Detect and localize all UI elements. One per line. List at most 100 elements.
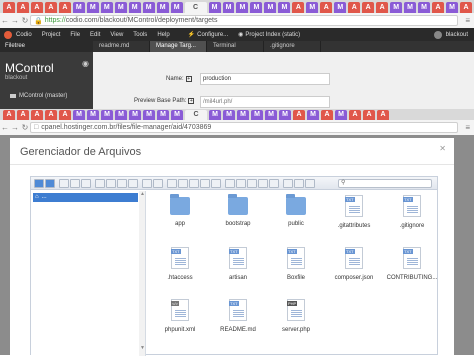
- browser-tab[interactable]: M: [418, 2, 431, 13]
- browser-tab[interactable]: M: [223, 110, 235, 120]
- view-list-button[interactable]: [294, 179, 304, 188]
- file-item[interactable]: app: [151, 194, 209, 247]
- edit-button[interactable]: [236, 179, 246, 188]
- file-item[interactable]: PHP server.php: [267, 299, 325, 351]
- file-item[interactable]: public: [267, 194, 325, 247]
- download-button[interactable]: [128, 179, 138, 188]
- tree-scrollbar[interactable]: ▲ ▼: [139, 191, 145, 356]
- open-button[interactable]: [153, 179, 163, 188]
- fm-search-field[interactable]: ⚲: [338, 179, 432, 188]
- browser-tab[interactable]: M: [114, 2, 127, 13]
- forward-icon[interactable]: →: [10, 123, 20, 132]
- browser-tab[interactable]: A: [432, 2, 445, 13]
- browser-tab[interactable]: M: [72, 2, 85, 13]
- menu-item[interactable]: Help: [157, 32, 169, 38]
- menu-item[interactable]: Tools: [133, 32, 147, 38]
- bottom-address-bar[interactable]: □ cpanel.hostinger.com.br/files/file-man…: [30, 122, 458, 133]
- browser-tab[interactable]: M: [236, 2, 249, 13]
- reload-icon[interactable]: ↻: [20, 123, 30, 132]
- browser-tab[interactable]: A: [16, 2, 29, 13]
- browser-tab[interactable]: A: [377, 110, 389, 120]
- browser-tab[interactable]: M: [128, 2, 141, 13]
- file-item[interactable]: TXT composer.json: [325, 247, 383, 299]
- browser-tab[interactable]: A: [58, 2, 71, 13]
- nav-forward-button[interactable]: [45, 179, 55, 188]
- file-item[interactable]: bootstrap: [209, 194, 267, 247]
- up-folder-button[interactable]: [59, 179, 69, 188]
- browser-tab[interactable]: M: [279, 110, 291, 120]
- cut-button[interactable]: [178, 179, 188, 188]
- menu-item[interactable]: Edit: [90, 32, 100, 38]
- forward-icon[interactable]: →: [10, 16, 20, 25]
- browser-tab[interactable]: M: [171, 110, 183, 120]
- browser-tab[interactable]: M: [307, 110, 319, 120]
- file-item[interactable]: TXT CONTRIBUTING...: [383, 247, 441, 299]
- active-browser-tab[interactable]: C: [184, 2, 207, 13]
- browser-tab[interactable]: M: [404, 2, 417, 13]
- browser-tab[interactable]: M: [335, 110, 347, 120]
- browser-tab[interactable]: A: [3, 2, 15, 13]
- browser-tab[interactable]: M: [446, 2, 458, 13]
- browser-tab[interactable]: M: [156, 2, 169, 13]
- rename-button[interactable]: [225, 179, 235, 188]
- browser-tab[interactable]: M: [209, 110, 221, 120]
- back-icon[interactable]: ←: [0, 16, 10, 25]
- browser-tab[interactable]: M: [334, 2, 347, 13]
- browser-tab[interactable]: M: [87, 110, 99, 120]
- avatar[interactable]: [433, 30, 442, 39]
- file-item[interactable]: TXT .gitattributes: [325, 195, 383, 247]
- browser-tab[interactable]: M: [142, 2, 155, 13]
- browser-tab[interactable]: A: [293, 110, 305, 120]
- configure-menu[interactable]: ⚡ Configure...: [188, 31, 229, 39]
- browser-tab[interactable]: A: [30, 2, 43, 13]
- file-item[interactable]: TXT .htaccess: [151, 247, 209, 299]
- preview-path-field[interactable]: /mil4url.ph/: [200, 96, 330, 108]
- name-field[interactable]: production: [200, 73, 330, 85]
- top-address-bar[interactable]: 🔒 https:// codio.com/blackout/MControl/d…: [30, 15, 458, 26]
- browser-tab[interactable]: M: [251, 110, 263, 120]
- search-files-button[interactable]: [269, 179, 279, 188]
- browser-tab[interactable]: M: [250, 2, 263, 13]
- browser-tab[interactable]: A: [3, 110, 15, 120]
- menu-item[interactable]: Codio: [16, 32, 32, 38]
- editor-tab[interactable]: Manage Targ...: [150, 41, 207, 52]
- file-item[interactable]: TXT artisan: [209, 247, 267, 299]
- new-folder-button[interactable]: [95, 179, 105, 188]
- browser-tab[interactable]: A: [17, 110, 29, 120]
- close-icon[interactable]: ✕: [439, 144, 446, 153]
- new-file-button[interactable]: [106, 179, 116, 188]
- info-button[interactable]: [142, 179, 152, 188]
- menu-item[interactable]: Project: [42, 32, 61, 38]
- editor-tab[interactable]: readme.md: [93, 41, 150, 52]
- browser-tab[interactable]: M: [265, 110, 277, 120]
- browser-tab[interactable]: A: [44, 2, 57, 13]
- browser-menu-icon[interactable]: ≡: [465, 123, 470, 132]
- duplicate-button[interactable]: [211, 179, 221, 188]
- file-item[interactable]: TXT .gitignore: [383, 195, 441, 247]
- paste-button[interactable]: [189, 179, 199, 188]
- browser-tab[interactable]: M: [157, 110, 169, 120]
- tree-root-item[interactable]: ⌂ ...: [33, 193, 138, 202]
- browser-tab[interactable]: A: [349, 110, 361, 120]
- browser-tab[interactable]: A: [45, 110, 57, 120]
- browser-tab[interactable]: A: [348, 2, 361, 13]
- nav-back-button[interactable]: [34, 179, 44, 188]
- editor-tab[interactable]: .gitignore: [264, 41, 321, 52]
- reload-icon[interactable]: ↻: [20, 16, 30, 25]
- file-item[interactable]: TXT Boxfile: [267, 247, 325, 299]
- file-item[interactable]: </> phpunit.xml: [151, 299, 209, 351]
- menu-item[interactable]: View: [110, 32, 123, 38]
- browser-tab[interactable]: M: [73, 110, 85, 120]
- help-icon[interactable]: +: [185, 76, 192, 82]
- copy-button[interactable]: [167, 179, 177, 188]
- file-item[interactable]: TXT README.md: [209, 299, 267, 351]
- browser-tab[interactable]: M: [208, 2, 221, 13]
- browser-tab[interactable]: M: [222, 2, 235, 13]
- home-button[interactable]: [81, 179, 91, 188]
- extract-button[interactable]: [247, 179, 257, 188]
- help-button[interactable]: [305, 179, 315, 188]
- browser-tab[interactable]: M: [278, 2, 291, 13]
- archive-button[interactable]: [258, 179, 268, 188]
- reload-button[interactable]: [70, 179, 80, 188]
- browser-tab[interactable]: A: [376, 2, 389, 13]
